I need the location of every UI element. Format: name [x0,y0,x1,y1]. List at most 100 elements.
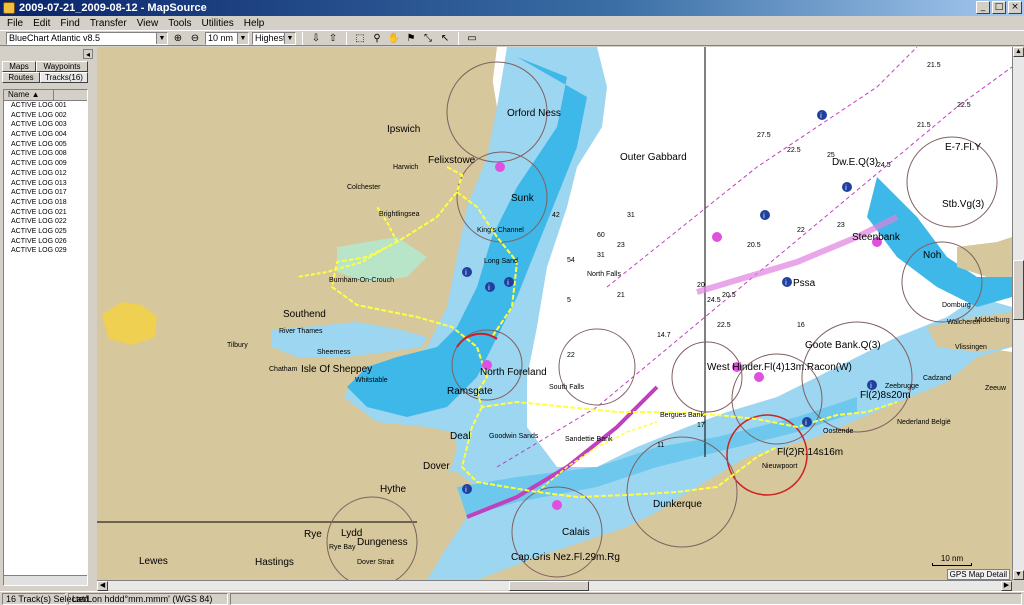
track-list-item[interactable]: ACTIVE LOG 005 [4,140,87,150]
product-select[interactable]: BlueChart Atlantic v8.5 ▼ [6,31,168,45]
track-list-item[interactable]: ACTIVE LOG 017 [4,188,87,198]
place-label: West Hinder.Fl(4)13m.Racon(W) [707,362,852,373]
tab-waypoints[interactable]: Waypoints [36,61,88,72]
scroll-down-icon[interactable]: ▼ [1013,570,1024,580]
place-label: Sunk [511,193,534,204]
menu-help[interactable]: Help [239,18,270,29]
svg-text:i: i [785,279,787,287]
menu-tools[interactable]: Tools [163,18,196,29]
place-label: Chatham [269,366,298,373]
place-label: Whitstable [355,377,388,384]
svg-text:27.5: 27.5 [757,132,771,139]
map-tool-icon[interactable]: ⬚ [353,32,367,45]
zoom-select[interactable]: 10 nm ▼ [205,31,249,45]
svg-text:21: 21 [617,292,625,299]
zoom-in-icon[interactable]: ⊕ [171,32,185,45]
scroll-left-icon[interactable]: ◀ [97,581,108,591]
place-label: Isle Of Sheppey [301,364,373,375]
track-list-item[interactable]: ACTIVE LOG 026 [4,237,87,247]
svg-text:31: 31 [597,252,605,259]
detail-select-value: Highest [255,32,286,43]
track-list-item[interactable]: ACTIVE LOG 009 [4,159,87,169]
product-select-value: BlueChart Atlantic v8.5 [9,32,101,43]
place-label: Ramsgate [447,386,493,397]
scroll-thumb[interactable] [508,581,589,591]
map-vertical-scrollbar[interactable]: ▲ ▼ [1012,47,1024,580]
title-bar[interactable]: 2009-07-21_2009-08-12 - MapSource _ □ × [0,0,1024,16]
track-list-item[interactable]: ACTIVE LOG 004 [4,130,87,140]
track-list-item[interactable]: ACTIVE LOG 029 [4,246,87,256]
toolbar-separator [346,31,347,45]
map-horizontal-scrollbar[interactable]: ◀ ▶ [97,580,1012,591]
menu-file[interactable]: File [2,18,28,29]
chevron-down-icon: ▼ [156,32,167,44]
route-tool-icon[interactable]: ⤡ [421,32,435,45]
status-bar: 16 Track(s) Selected Lat/Lon hddd°mm.mmm… [0,591,1024,605]
track-list-item[interactable]: ACTIVE LOG 008 [4,149,87,159]
distance-tool-icon[interactable]: ▭ [465,32,479,45]
svg-text:20: 20 [697,282,705,289]
place-label: Outer Gabbard [620,152,687,163]
close-icon[interactable]: ◂ [83,49,93,59]
track-list-item[interactable]: ACTIVE LOG 022 [4,217,87,227]
menu-transfer[interactable]: Transfer [85,18,132,29]
list-scrollbar[interactable] [4,575,87,585]
svg-text:i: i [870,382,872,390]
track-list-item[interactable]: ACTIVE LOG 001 [4,101,87,111]
column-header-name[interactable]: Name ▲ [4,90,54,100]
map-view[interactable]: i i i i i i i i i i 31 42 23 5 21 14.7 2… [97,47,1012,580]
scroll-up-icon[interactable]: ▲ [1013,47,1024,57]
track-list-item[interactable]: ACTIVE LOG 018 [4,198,87,208]
tab-routes[interactable]: Routes [2,72,40,83]
place-label: Steenbank [852,232,900,243]
menu-find[interactable]: Find [55,18,84,29]
scroll-thumb[interactable] [1013,260,1024,321]
track-list-item[interactable]: ACTIVE LOG 003 [4,120,87,130]
menu-view[interactable]: View [132,18,164,29]
hand-tool-icon[interactable]: ✋ [387,32,401,45]
tab-tracks[interactable]: Tracks(16) [40,72,88,83]
track-list-item[interactable]: ACTIVE LOG 025 [4,227,87,237]
place-label: Nederland België [897,419,951,426]
tab-row-top: Maps Waypoints [2,61,88,72]
track-list[interactable]: Name ▲ ACTIVE LOG 001 ACTIVE LOG 002 ACTIV… [3,89,88,586]
receive-from-device-icon[interactable]: ⇩ [309,32,323,45]
close-button[interactable]: × [1008,1,1022,14]
place-label: Walcheren [947,319,981,326]
track-list-item[interactable]: ACTIVE LOG 012 [4,169,87,179]
place-label: E-7.Fl.Y [945,142,982,153]
minimize-button[interactable]: _ [976,1,990,14]
place-label: Zeebrugge [885,383,919,390]
list-header: Name ▲ [4,90,87,101]
tab-maps[interactable]: Maps [2,61,36,72]
svg-text:17: 17 [697,422,705,429]
scale-label: 10 nm [940,554,964,563]
menu-utilities[interactable]: Utilities [197,18,239,29]
scroll-right-icon[interactable]: ▶ [1001,581,1012,591]
chart-canvas: i i i i i i i i i i 314223 52114.7 2020.… [97,47,1012,580]
track-list-item[interactable]: ACTIVE LOG 013 [4,179,87,189]
track-list-item[interactable]: ACTIVE LOG 021 [4,208,87,218]
place-label: Fl(2)R.14s16m [777,447,844,458]
waypoint-tool-icon[interactable]: ⚑ [404,32,418,45]
menu-edit[interactable]: Edit [28,18,55,29]
track-list-item[interactable]: ACTIVE LOG 002 [4,111,87,121]
svg-text:5: 5 [567,297,571,304]
place-label: Hastings [255,557,294,568]
svg-text:22: 22 [567,352,575,359]
maximize-button[interactable]: □ [992,1,1006,14]
selection-tool-icon[interactable]: ↖ [438,32,452,45]
svg-text:i: i [507,279,509,287]
zoom-tool-icon[interactable]: ⚲ [370,32,384,45]
window-title: 2009-07-21_2009-08-12 - MapSource [19,2,207,14]
send-to-device-icon[interactable]: ⇧ [326,32,340,45]
scale-line [932,563,972,566]
app-icon [3,2,15,14]
place-label: Sheerness [317,349,351,356]
zoom-out-icon[interactable]: ⊖ [188,32,202,45]
place-label: Deal [450,431,471,442]
place-label: Dunkerque [653,499,702,510]
svg-text:42: 42 [552,212,560,219]
data-panel: ◂ Maps Waypoints Routes Tracks(16) Name … [0,47,96,590]
detail-select[interactable]: Highest ▼ [252,31,296,45]
